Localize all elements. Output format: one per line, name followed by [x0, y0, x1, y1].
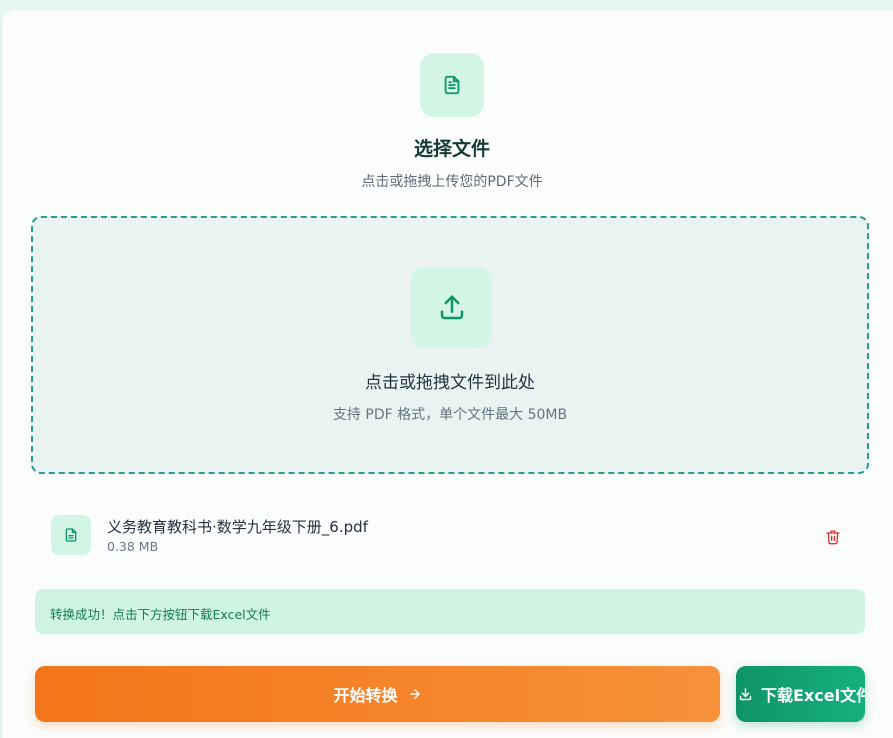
- selected-file-item: 义务教育教科书·数学九年级下册_6.pdf 0.38 MB: [35, 505, 865, 565]
- page-subtitle: 点击或拖拽上传您的PDF文件: [361, 174, 543, 190]
- delete-file-button[interactable]: [821, 525, 845, 549]
- upload-card: 选择文件 点击或拖拽上传您的PDF文件 点击或拖拽文件到此处 支持 PDF 格式…: [2, 10, 893, 738]
- document-icon: [420, 53, 484, 117]
- dropzone-title: 点击或拖拽文件到此处: [365, 373, 535, 393]
- page-title: 选择文件: [413, 138, 490, 160]
- file-dropzone[interactable]: 点击或拖拽文件到此处 支持 PDF 格式，单个文件最大 50MB: [31, 216, 869, 474]
- convert-button-label: 开始转换: [333, 686, 398, 705]
- dropzone-hint: 支持 PDF 格式，单个文件最大 50MB: [332, 407, 568, 423]
- file-name: 义务教育教科书·数学九年级下册_6.pdf: [107, 518, 368, 536]
- download-excel-button[interactable]: 下载Excel文件: [736, 666, 865, 722]
- download-icon: [738, 687, 753, 702]
- file-size: 0.38 MB: [107, 539, 159, 554]
- arrow-right-icon: [408, 687, 422, 701]
- convert-button[interactable]: 开始转换: [35, 666, 720, 722]
- upload-icon: [411, 267, 492, 348]
- success-message: 转换成功！点击下方按钮下载Excel文件: [35, 589, 865, 634]
- download-button-label: 下载Excel文件: [761, 686, 865, 705]
- document-icon: [51, 515, 91, 555]
- trash-icon: [825, 529, 841, 545]
